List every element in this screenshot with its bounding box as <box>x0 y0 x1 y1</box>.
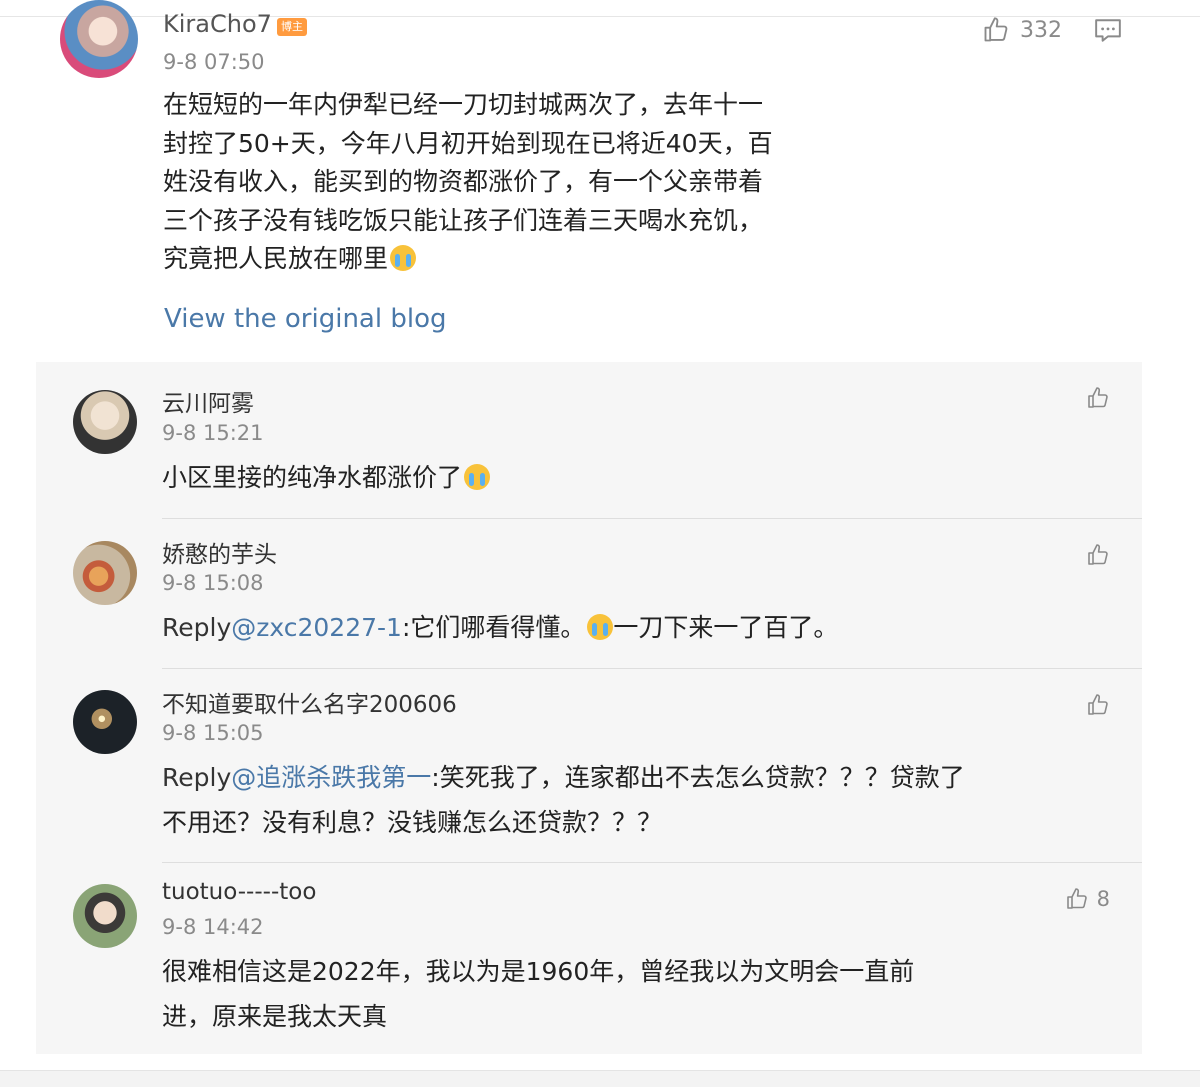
username[interactable]: 云川阿雾 <box>162 384 254 418</box>
reply-text: Reply@zxc20227-1:它们哪看得懂。 一刀下来一了百了。 <box>162 605 1112 650</box>
comment-line: 在短短的一年内伊犁已经一刀切封城两次了，去年十一 <box>163 90 764 119</box>
username[interactable]: tuotuo-----too <box>162 879 316 905</box>
main-comment: KiraCho7 博主 9-8 07:50 332 在短短的一年内伊犁已经一刀切… <box>0 0 1200 362</box>
reply-line-text: 一刀下来一了百了。 <box>613 613 839 642</box>
reply-text: 小区里接的纯净水都涨价了 <box>162 455 1112 500</box>
blogger-badge: 博主 <box>277 18 307 36</box>
username[interactable]: 娇憨的芋头 <box>162 535 277 569</box>
like-count: 332 <box>1020 17 1062 43</box>
reply-item: tuotuo-----too 9-8 14:42 8 很难相信这是2022年，我… <box>36 863 1142 1054</box>
avatar[interactable] <box>73 884 137 948</box>
comment-line: 封控了50+天，今年八月初开始到现在已将近40天，百 <box>163 128 773 158</box>
reply-prefix: Reply <box>162 763 232 792</box>
weibo-comment-page: KiraCho7 博主 9-8 07:50 332 在短短的一年内伊犁已经一刀切… <box>0 0 1200 1087</box>
reply-line: Reply@zxc20227-1:它们哪看得懂。 一刀下来一了百了。 <box>162 605 1112 650</box>
like-count: 8 <box>1096 887 1110 911</box>
reply-line: 很难相信这是2022年，我以为是1960年，曾经我以为文明会一直前 <box>162 957 915 986</box>
like-button[interactable] <box>1086 693 1110 717</box>
reply-prefix: Reply <box>162 613 232 642</box>
crying-face-emoji-icon <box>464 464 491 490</box>
bottom-strip <box>0 1070 1200 1087</box>
comment-text: 在短短的一年内伊犁已经一刀切封城两次了，去年十一 封控了50+天，今年八月初开始… <box>163 86 863 279</box>
thumbs-up-icon <box>1088 544 1108 565</box>
reply-item: 不知道要取什么名字200606 9-8 15:05 Reply@追涨杀跌我第一:… <box>36 669 1142 863</box>
reply-item: 云川阿雾 9-8 15:21 小区里接的纯净水都涨价了 <box>36 362 1142 519</box>
comment-line: 三个孩子没有钱吃饭只能让孩子们连着三天喝水充饥， <box>163 205 764 235</box>
timestamp: 9-8 14:42 <box>162 915 264 939</box>
reply-line: 不用还？没有利息？没钱赚怎么还贷款？？？ <box>162 808 663 837</box>
like-button[interactable]: 332 <box>982 16 1062 44</box>
crying-face-emoji-icon <box>390 245 417 271</box>
like-button[interactable]: 8 <box>1065 887 1110 911</box>
timestamp: 9-8 15:08 <box>162 571 264 595</box>
thumbs-up-icon <box>1088 694 1108 715</box>
reply-line-text: :笑死我了，连家都出不去怎么贷款？？？贷款了 <box>431 763 965 792</box>
replies-panel: 云川阿雾 9-8 15:21 小区里接的纯净水都涨价了 娇憨的芋头 9-8 15… <box>36 362 1142 1054</box>
reply-text: 很难相信这是2022年，我以为是1960年，曾经我以为文明会一直前 进，原来是我… <box>162 949 1112 1039</box>
thumbs-up-icon <box>1088 387 1108 408</box>
avatar[interactable] <box>73 390 137 454</box>
thumbs-up-icon <box>1066 888 1087 909</box>
avatar[interactable] <box>60 0 138 78</box>
timestamp: 9-8 07:50 <box>163 50 265 74</box>
avatar[interactable] <box>73 690 137 754</box>
crying-face-emoji-icon <box>587 614 614 640</box>
like-button[interactable] <box>1086 543 1110 567</box>
reply-item: 娇憨的芋头 9-8 15:08 Reply@zxc20227-1:它们哪看得懂。… <box>36 519 1142 669</box>
avatar[interactable] <box>73 541 137 605</box>
timestamp: 9-8 15:05 <box>162 721 264 745</box>
comment-line-last: 究竟把人民放在哪里 <box>163 240 863 279</box>
comment-line-text: 究竟把人民放在哪里 <box>163 244 389 273</box>
reply-line-text: 小区里接的纯净水都涨价了 <box>162 463 463 492</box>
reply-line-text: :它们哪看得懂。 <box>401 613 586 642</box>
comment-icon[interactable] <box>1094 18 1122 44</box>
timestamp: 9-8 15:21 <box>162 421 264 445</box>
reply-text: Reply@追涨杀跌我第一:笑死我了，连家都出不去怎么贷款？？？贷款了 不用还？… <box>162 755 1112 845</box>
like-button[interactable] <box>1086 386 1110 410</box>
reply-line: Reply@追涨杀跌我第一:笑死我了，连家都出不去怎么贷款？？？贷款了 <box>162 755 1112 800</box>
username[interactable]: 不知道要取什么名字200606 <box>162 685 457 719</box>
mention-link[interactable]: @追涨杀跌我第一 <box>231 763 431 792</box>
reply-line: 小区里接的纯净水都涨价了 <box>162 455 1112 500</box>
comment-line: 姓没有收入，能买到的物资都涨价了，有一个父亲带着 <box>163 167 764 196</box>
view-original-blog-link[interactable]: View the original blog <box>164 304 446 334</box>
mention-link[interactable]: @zxc20227-1 <box>231 613 402 642</box>
thumbs-up-icon <box>984 17 1008 42</box>
username[interactable]: KiraCho7 <box>163 10 272 38</box>
reply-line: 进，原来是我太天真 <box>162 1002 388 1031</box>
